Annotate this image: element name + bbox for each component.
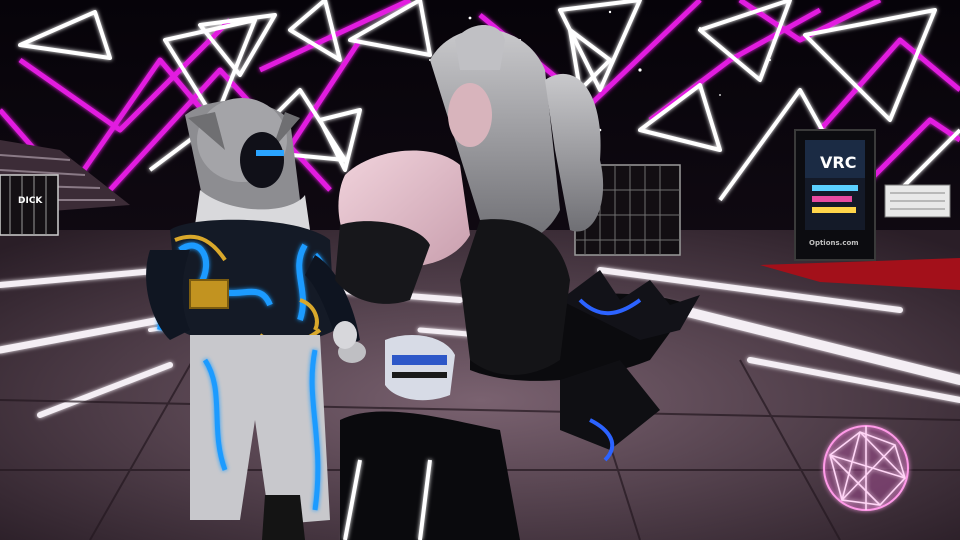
- kiosk-screen-text: VRC: [820, 153, 856, 172]
- sneakers: [385, 335, 455, 401]
- scene-canvas: DICK VRC Options.com: [0, 0, 960, 540]
- vr-scene: DICK VRC Options.com: [0, 0, 960, 540]
- kiosk-footer-text: Options.com: [809, 239, 859, 247]
- wire-gem-sphere: [823, 425, 909, 511]
- left-wall-sign: DICK: [18, 196, 43, 206]
